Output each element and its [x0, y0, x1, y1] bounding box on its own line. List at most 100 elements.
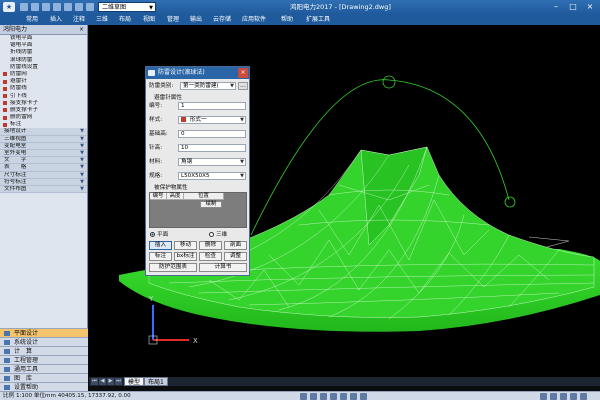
table-header[interactable]: 编号	[150, 193, 167, 200]
panel-section[interactable]: 尺寸标注 ▼	[0, 171, 87, 179]
workspace-select[interactable]: 二维草图 ▼	[98, 2, 156, 12]
category-tab[interactable]: 系统设计	[0, 337, 88, 346]
menu-item[interactable]: 扩展工具	[306, 14, 330, 25]
lock-icon[interactable]	[550, 393, 557, 400]
save-as-icon[interactable]	[53, 3, 61, 11]
menu-item[interactable]: 三维	[96, 14, 108, 25]
panel-command[interactable]: 删防雷网	[0, 114, 87, 121]
prev-tab-icon[interactable]: ◀	[99, 378, 106, 385]
radio-plane[interactable]: 平面	[150, 231, 168, 239]
ortho-icon[interactable]	[320, 393, 327, 400]
open-file-icon[interactable]	[31, 3, 39, 11]
needle-height-field[interactable]: 10	[178, 144, 246, 152]
grid-icon[interactable]	[310, 393, 317, 400]
panel-command[interactable]: 防雷线设置	[0, 64, 87, 71]
protection-table-button[interactable]: 防护范围表	[149, 263, 197, 272]
protected-objects-table[interactable]: 编号 高度 位置 绘制	[149, 192, 247, 228]
workspace-icon[interactable]	[540, 393, 547, 400]
menu-item[interactable]: 帮助	[281, 14, 293, 25]
snap-icon[interactable]	[300, 393, 307, 400]
menu-item[interactable]: 视图	[143, 14, 155, 25]
menu-item[interactable]: 插入	[50, 14, 62, 25]
menu-item[interactable]: 应用软件	[242, 14, 266, 25]
app-logo-icon[interactable]: ★	[3, 2, 15, 12]
insert-button[interactable]: 插入	[149, 241, 172, 250]
panel-command[interactable]: 避雷针	[0, 78, 87, 85]
panel-command[interactable]: 滚球防雷	[0, 57, 87, 64]
menu-item[interactable]: 布局	[119, 14, 131, 25]
panel-section[interactable]: 变配电室 ▼	[0, 142, 87, 150]
tab-model[interactable]: 模型	[124, 377, 145, 386]
radio-3d[interactable]: 三维	[209, 231, 227, 239]
minimize-button[interactable]: –	[548, 1, 564, 12]
category-tab[interactable]: 设置帮助	[0, 382, 88, 391]
table-header[interactable]: 高度	[167, 193, 184, 200]
panel-section[interactable]: 文件布图 ▼	[0, 185, 87, 194]
dialog-close-button[interactable]: ×	[238, 68, 248, 78]
panel-command[interactable]: 锯电平面	[0, 42, 87, 49]
menu-item[interactable]: 管理	[167, 14, 179, 25]
check-button[interactable]: 检查	[199, 252, 222, 261]
next-tab-icon[interactable]: ▶	[107, 378, 114, 385]
dialog-title-bar[interactable]: 防雷设计(滚球法) ×	[146, 67, 249, 79]
panel-section[interactable]: 室外变电 ▼	[0, 150, 87, 158]
print-icon[interactable]	[64, 3, 72, 11]
panel-section[interactable]: 三维视图 ▼	[0, 135, 87, 143]
panel-command[interactable]: 防雷网	[0, 71, 87, 78]
spec-select[interactable]: L50X50X5 ▼	[178, 172, 246, 180]
panel-section[interactable]: 表 格 ▼	[0, 164, 87, 172]
tab-layout1[interactable]: 布局1	[144, 377, 168, 386]
lineweight-icon[interactable]	[360, 393, 367, 400]
annotate-button[interactable]: 标注	[149, 252, 172, 261]
redo-icon[interactable]	[86, 3, 94, 11]
number-field[interactable]: 1	[178, 102, 246, 110]
category-tab[interactable]: 工程管理	[0, 355, 88, 364]
category-tab[interactable]: 图 库	[0, 373, 88, 382]
clean-screen-icon[interactable]	[570, 393, 577, 400]
close-button[interactable]: ×	[582, 1, 598, 12]
style-select[interactable]: 形式一 ▼	[178, 116, 246, 124]
adjust-button[interactable]: 调整	[224, 252, 247, 261]
otrack-icon[interactable]	[350, 393, 357, 400]
menu-item[interactable]: 云存储	[213, 14, 231, 25]
draw-button[interactable]: 绘制	[200, 201, 222, 208]
category-tab[interactable]: 计 算	[0, 346, 88, 355]
move-button[interactable]: 移动	[174, 241, 197, 250]
panel-command[interactable]: 引下线	[0, 93, 87, 100]
delete-button[interactable]: 删除	[199, 241, 222, 250]
polar-icon[interactable]	[330, 393, 337, 400]
category-select[interactable]: 第一类防雷建( ▼	[180, 82, 236, 90]
bx-annotate-button[interactable]: bx标注	[174, 252, 197, 261]
panel-command[interactable]: 防雷线	[0, 85, 87, 92]
menu-item[interactable]: 常用	[26, 14, 38, 25]
category-tab[interactable]: 平面设计	[0, 328, 88, 337]
base-height-field[interactable]: 0	[178, 130, 246, 138]
maximize-button[interactable]: □	[565, 1, 581, 12]
table-header[interactable]: 位置	[184, 193, 224, 200]
panel-section[interactable]: 接地设计 ▼	[0, 128, 87, 136]
category-tab[interactable]: 通用工具	[0, 364, 88, 373]
undo-icon[interactable]	[75, 3, 83, 11]
first-tab-icon[interactable]: ⏮	[91, 378, 98, 385]
section-button[interactable]: 剖面	[224, 241, 247, 250]
panel-command[interactable]: 删支撑卡子	[0, 107, 87, 114]
panel-section[interactable]: 符号标注 ▼	[0, 178, 87, 186]
panel-command[interactable]: 铁电平面	[0, 35, 87, 42]
panel-command[interactable]: 折线防雷	[0, 49, 87, 56]
panel-command[interactable]: 标注	[0, 121, 87, 128]
osnap-icon[interactable]	[340, 393, 347, 400]
panel-command[interactable]: 接支撑卡子	[0, 100, 87, 107]
new-file-icon[interactable]	[20, 3, 28, 11]
annotation-scale-icon[interactable]	[560, 393, 567, 400]
lightning-design-dialog[interactable]: 防雷设计(滚球法) × 防雷类别: 第一类防雷建( ▼ ... 避雷针属性 编号…	[145, 66, 250, 276]
material-select[interactable]: 角钢 ▼	[178, 158, 246, 166]
last-tab-icon[interactable]: ⏭	[115, 378, 122, 385]
menu-item[interactable]: 注释	[73, 14, 85, 25]
settings-icon[interactable]	[580, 393, 587, 400]
save-icon[interactable]	[42, 3, 50, 11]
panel-section[interactable]: 文 字 ▼	[0, 157, 87, 165]
calc-report-button[interactable]: 计算书	[199, 263, 247, 272]
close-icon[interactable]: ×	[79, 25, 84, 35]
menu-item[interactable]: 输出	[190, 14, 202, 25]
category-more-button[interactable]: ...	[238, 82, 248, 90]
